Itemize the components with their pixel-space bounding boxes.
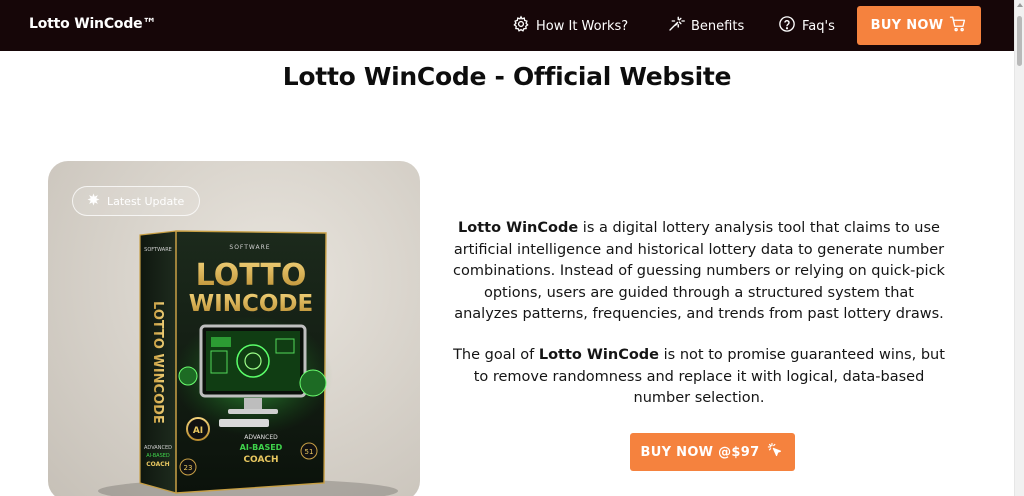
box-title-line2: WINCODE xyxy=(189,291,313,317)
spine-bottom-line2: AI-BASED xyxy=(146,453,170,459)
page-title: Lotto WinCode - Official Website xyxy=(282,62,732,91)
gear-icon xyxy=(512,15,530,37)
nav-item-label: Benefits xyxy=(691,18,745,34)
buy-now-nav-button[interactable]: BUY NOW xyxy=(857,6,981,45)
top-navbar: Lotto WinCode™ How It Works? Benefits Fa… xyxy=(0,0,1014,51)
scrollbar-thumb[interactable] xyxy=(1017,16,1022,66)
spine-bottom-line1: ADVANCED xyxy=(144,445,172,451)
box-number-right: 51 xyxy=(305,448,314,456)
buy-now-label: BUY NOW xyxy=(870,18,944,33)
latest-update-badge: Latest Update xyxy=(72,186,200,216)
box-bottom-line3: COACH xyxy=(243,455,278,465)
box-number-left: 23 xyxy=(184,464,193,472)
box-top-label: SOFTWARE xyxy=(229,244,270,251)
nav-item-how-it-works[interactable]: How It Works? xyxy=(512,15,628,37)
brand-logo[interactable]: Lotto WinCode™ xyxy=(29,16,156,32)
magic-wand-icon xyxy=(667,15,685,37)
page-scrollbar[interactable] xyxy=(1014,0,1024,496)
nav-item-faqs[interactable]: Faq's xyxy=(778,15,835,37)
cart-icon xyxy=(949,15,967,37)
product-name-bold: Lotto WinCode xyxy=(538,347,660,363)
sparkle-icon xyxy=(87,193,100,209)
buy-now-price-label: BUY NOW @$97 xyxy=(640,444,760,460)
scroll-up-arrow-icon[interactable] xyxy=(1017,3,1023,7)
description-paragraph-2: The goal of Lotto WinCode is not to prom… xyxy=(452,345,946,410)
spine-top-label: SOFTWARE xyxy=(144,247,172,253)
box-title-line1: LOTTO xyxy=(196,258,307,293)
nav-item-benefits[interactable]: Benefits xyxy=(667,15,744,37)
box-bottom-line1: ADVANCED xyxy=(244,434,278,441)
nav-item-label: Faq's xyxy=(802,18,835,34)
description-paragraph-1: Lotto WinCode is a digital lottery analy… xyxy=(452,218,946,326)
box-ai-badge: AI xyxy=(193,426,203,436)
description-prefix-2: The goal of xyxy=(453,347,539,363)
latest-update-label: Latest Update xyxy=(107,194,185,208)
spine-bottom-line3: COACH xyxy=(146,461,169,468)
question-circle-icon xyxy=(778,15,796,37)
box-bottom-line2: AI-BASED xyxy=(240,443,283,452)
buy-now-price-button[interactable]: BUY NOW @$97 xyxy=(630,433,795,471)
product-image: AI SOFTWARE LOTTO WINCODE ADVANCED AI-BA… xyxy=(48,161,420,496)
cursor-click-icon xyxy=(767,442,784,463)
box-spine-label: LOTTO WINCODE xyxy=(150,301,165,424)
product-name-bold: Lotto WinCode xyxy=(458,220,579,236)
nav-item-label: How It Works? xyxy=(536,18,629,34)
